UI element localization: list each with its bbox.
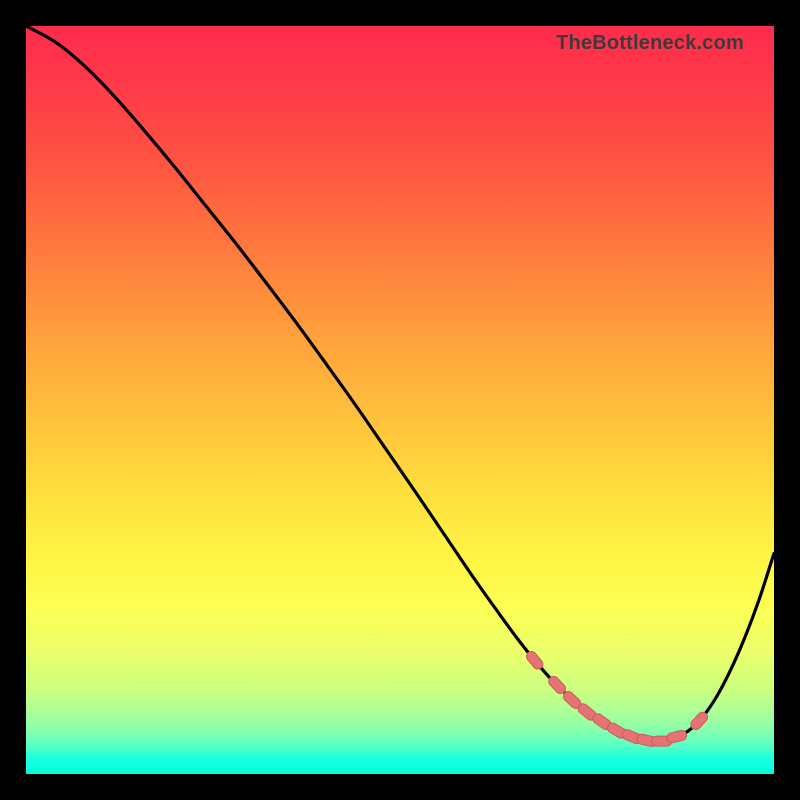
chart-container: TheBottleneck.com [0, 0, 800, 800]
plot-area: TheBottleneck.com [26, 26, 774, 774]
marker-dash [666, 729, 688, 744]
curve-svg [26, 26, 774, 774]
marker-dash [689, 710, 710, 732]
flat-region-markers [524, 649, 709, 747]
marker-dash [524, 649, 544, 671]
marker-dash [547, 674, 568, 695]
bottleneck-curve [26, 26, 774, 741]
